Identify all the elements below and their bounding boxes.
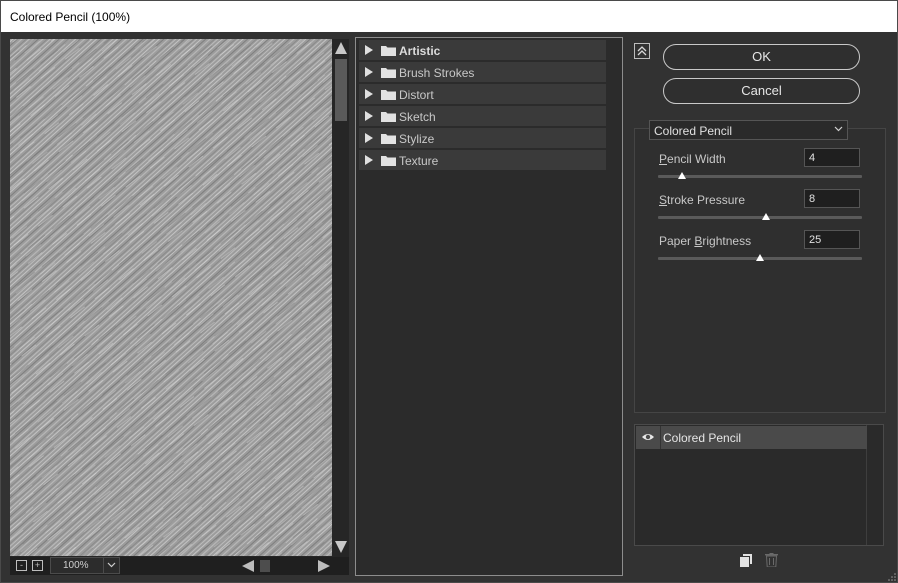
chevron-down-icon	[834, 126, 843, 132]
filter-category-list: Artistic Brush Strokes Distort Sketch St…	[355, 37, 623, 576]
category-distort[interactable]: Distort	[359, 84, 606, 105]
category-label: Distort	[399, 88, 434, 102]
folder-icon	[381, 134, 396, 144]
category-label: Artistic	[399, 44, 441, 58]
stroke-pressure-slider[interactable]	[658, 216, 862, 219]
folder-icon	[381, 156, 396, 166]
pencil-width-label: Pencil Width	[659, 152, 726, 166]
category-label: Brush Strokes	[399, 66, 475, 80]
zoom-select[interactable]: 100%	[50, 557, 120, 574]
window-title: Colored Pencil (100%)	[10, 10, 131, 24]
layer-divider	[660, 426, 661, 449]
folder-icon	[381, 90, 396, 100]
category-stylize[interactable]: Stylize	[359, 128, 606, 149]
expand-arrow-icon[interactable]	[365, 67, 373, 77]
preview-bottom-bar: - + 100%	[10, 557, 349, 575]
expand-arrow-icon[interactable]	[365, 133, 373, 143]
list-scroll-track	[606, 172, 621, 572]
pencil-width-slider[interactable]	[658, 175, 862, 178]
chevron-down-icon	[107, 562, 116, 568]
filter-select[interactable]: Colored Pencil	[649, 120, 848, 140]
pencil-width-input[interactable]: 4	[804, 148, 860, 167]
stroke-pressure-input[interactable]: 8	[804, 189, 860, 208]
new-effect-layer-icon[interactable]	[740, 554, 752, 567]
double-chevron-up-icon	[637, 46, 647, 56]
eye-icon[interactable]	[641, 431, 655, 443]
scroll-left-arrow-icon[interactable]	[242, 560, 254, 572]
ok-button[interactable]: OK	[663, 44, 860, 70]
scroll-down-arrow-icon[interactable]	[335, 541, 347, 553]
horizontal-scroll-thumb[interactable]	[260, 560, 270, 572]
trash-icon[interactable]	[765, 553, 778, 567]
expand-arrow-icon[interactable]	[365, 45, 373, 55]
preview-area	[10, 39, 349, 557]
zoom-out-button[interactable]: -	[16, 560, 27, 571]
filter-settings-panel	[634, 128, 886, 413]
category-label: Texture	[399, 154, 439, 168]
cancel-button[interactable]: Cancel	[663, 78, 860, 104]
expand-arrow-icon[interactable]	[365, 111, 373, 121]
folder-icon	[381, 68, 396, 78]
category-texture[interactable]: Texture	[359, 150, 606, 171]
category-brush-strokes[interactable]: Brush Strokes	[359, 62, 606, 83]
layers-scrollbar[interactable]	[866, 425, 883, 545]
zoom-in-button[interactable]: +	[32, 560, 43, 571]
title-bar: Colored Pencil (100%)	[1, 1, 897, 32]
scroll-up-arrow-icon[interactable]	[335, 42, 347, 54]
preview-canvas[interactable]	[10, 39, 332, 556]
expand-arrow-icon[interactable]	[365, 155, 373, 165]
folder-icon	[381, 112, 396, 122]
category-artistic[interactable]: Artistic	[359, 40, 606, 61]
zoom-value: 100%	[63, 560, 89, 571]
scroll-right-arrow-icon[interactable]	[318, 560, 330, 572]
vertical-scroll-thumb[interactable]	[335, 59, 347, 121]
resize-grip-icon[interactable]	[888, 573, 896, 581]
folder-icon	[381, 46, 396, 56]
preview-vertical-scrollbar[interactable]	[332, 39, 349, 556]
stroke-pressure-label: Stroke Pressure	[659, 193, 746, 207]
pencil-width-slider-knob[interactable]	[678, 172, 687, 179]
expand-arrow-icon[interactable]	[365, 89, 373, 99]
paper-brightness-input[interactable]: 25	[804, 230, 860, 249]
filter-select-value: Colored Pencil	[654, 124, 733, 138]
collapse-gallery-button[interactable]	[634, 43, 650, 59]
category-sketch[interactable]: Sketch	[359, 106, 606, 127]
effect-layer-label: Colored Pencil	[663, 431, 742, 445]
category-label: Stylize	[399, 132, 435, 146]
pencil-texture-image	[10, 39, 332, 556]
stroke-pressure-slider-knob[interactable]	[762, 213, 771, 220]
zoom-dropdown-toggle[interactable]	[103, 558, 119, 573]
paper-brightness-slider-knob[interactable]	[756, 254, 764, 261]
paper-brightness-label: Paper Brightness	[659, 234, 752, 248]
category-label: Sketch	[399, 110, 436, 124]
